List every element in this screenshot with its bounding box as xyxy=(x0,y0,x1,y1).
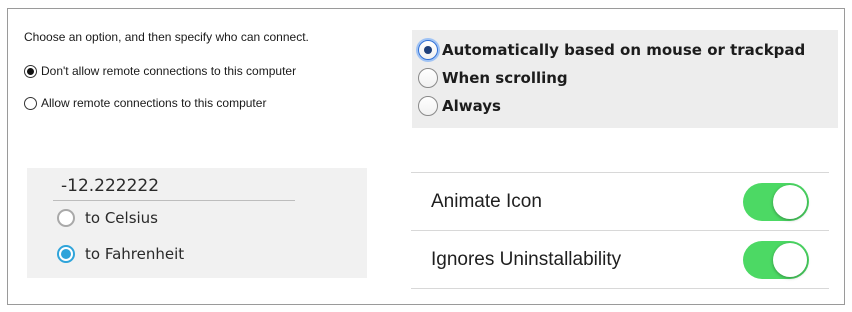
to-celsius-option[interactable]: to Celsius xyxy=(57,209,158,227)
radio-button[interactable] xyxy=(418,68,438,88)
radio-button[interactable] xyxy=(418,96,438,116)
animate-icon-row: Animate Icon xyxy=(411,173,829,231)
ignores-uninstallability-row: Ignores Uninstallability xyxy=(411,231,829,289)
always-option[interactable]: Always xyxy=(418,96,501,116)
temperature-converter: -12.222222 to Celsius to Fahrenheit xyxy=(27,168,367,278)
to-fahrenheit-option[interactable]: to Fahrenheit xyxy=(57,245,184,263)
radio-dot xyxy=(61,249,71,259)
allow-remote-label: Allow remote connections to this compute… xyxy=(41,96,267,110)
when-scrolling-label: When scrolling xyxy=(442,69,568,87)
toggle-knob xyxy=(773,243,807,277)
to-fahrenheit-label: to Fahrenheit xyxy=(85,245,185,263)
scrollbar-visibility-panel: Automatically based on mouse or trackpad… xyxy=(412,30,838,128)
always-label: Always xyxy=(442,97,501,115)
radio-button[interactable] xyxy=(24,96,37,110)
ignores-uninstallability-label: Ignores Uninstallability xyxy=(431,249,622,270)
automatic-label: Automatically based on mouse or trackpad xyxy=(442,41,806,59)
temperature-value-input[interactable]: -12.222222 xyxy=(61,176,159,196)
row-divider xyxy=(411,288,829,289)
when-scrolling-option[interactable]: When scrolling xyxy=(418,68,568,88)
animate-icon-toggle[interactable] xyxy=(743,183,809,221)
toggle-knob xyxy=(773,185,807,219)
to-celsius-label: to Celsius xyxy=(85,209,159,227)
automatic-option[interactable]: Automatically based on mouse or trackpad xyxy=(418,40,805,60)
remote-intro-text: Choose an option, and then specify who c… xyxy=(24,30,309,44)
input-underline xyxy=(53,200,295,201)
radio-button-selected[interactable] xyxy=(418,40,438,60)
allow-remote-option[interactable]: Allow remote connections to this compute… xyxy=(24,96,266,110)
dont-allow-remote-option[interactable]: Don't allow remote connections to this c… xyxy=(24,64,296,78)
radio-dot xyxy=(27,67,34,75)
radio-button-selected[interactable] xyxy=(57,245,75,263)
radio-button-selected[interactable] xyxy=(24,64,37,78)
animate-icon-label: Animate Icon xyxy=(431,191,542,212)
dont-allow-remote-label: Don't allow remote connections to this c… xyxy=(41,64,297,78)
radio-button[interactable] xyxy=(57,209,75,227)
ignores-uninstallability-toggle[interactable] xyxy=(743,241,809,279)
ios-settings-list: Animate Icon Ignores Uninstallability xyxy=(411,172,829,290)
radio-dot xyxy=(424,46,432,54)
